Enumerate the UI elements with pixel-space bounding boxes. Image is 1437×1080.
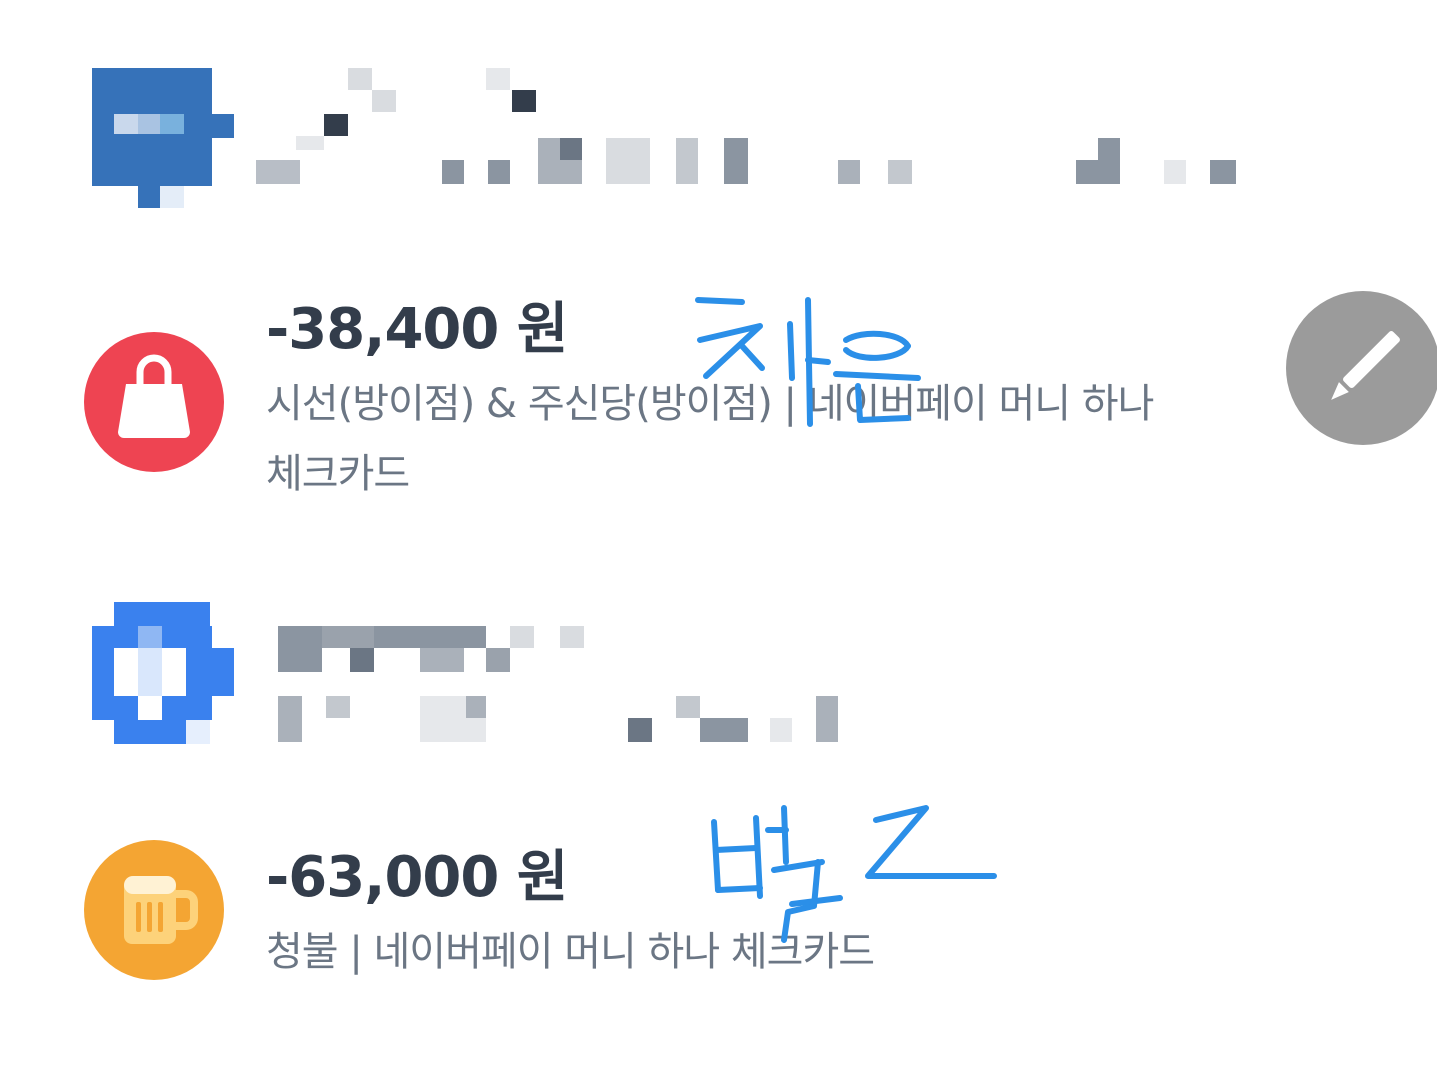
edit-button[interactable] [1286, 291, 1437, 445]
redacted-logo [92, 40, 237, 214]
transaction-category-icon [84, 840, 224, 980]
transaction-description: 시선(방이점) & 주신당(방이점) | 네이버페이 머니 하나 [266, 381, 1154, 427]
transaction-row[interactable]: -38,400 원 시선(방이점) & 주신당(방이점) | 네이버페이 머니 … [0, 270, 1437, 530]
beer-mug-icon [124, 876, 198, 944]
transaction-row[interactable]: -63,000 원 청불 | 네이버페이 머니 하나 체크카드 [0, 820, 1437, 1080]
redacted-logo [92, 590, 237, 754]
transaction-amount: -63,000 원 [266, 845, 568, 910]
transaction-amount: -38,400 원 [266, 297, 568, 362]
transaction-row-redacted-1[interactable] [0, 40, 1437, 300]
transaction-description-continued: 체크카드 [266, 451, 410, 497]
pencil-icon [1331, 331, 1400, 400]
transaction-row-redacted-2[interactable] [0, 590, 1437, 850]
transaction-description: 청불 | 네이버페이 머니 하나 체크카드 [266, 929, 875, 975]
shopping-bag-icon [118, 354, 190, 438]
transaction-category-icon [84, 332, 224, 472]
